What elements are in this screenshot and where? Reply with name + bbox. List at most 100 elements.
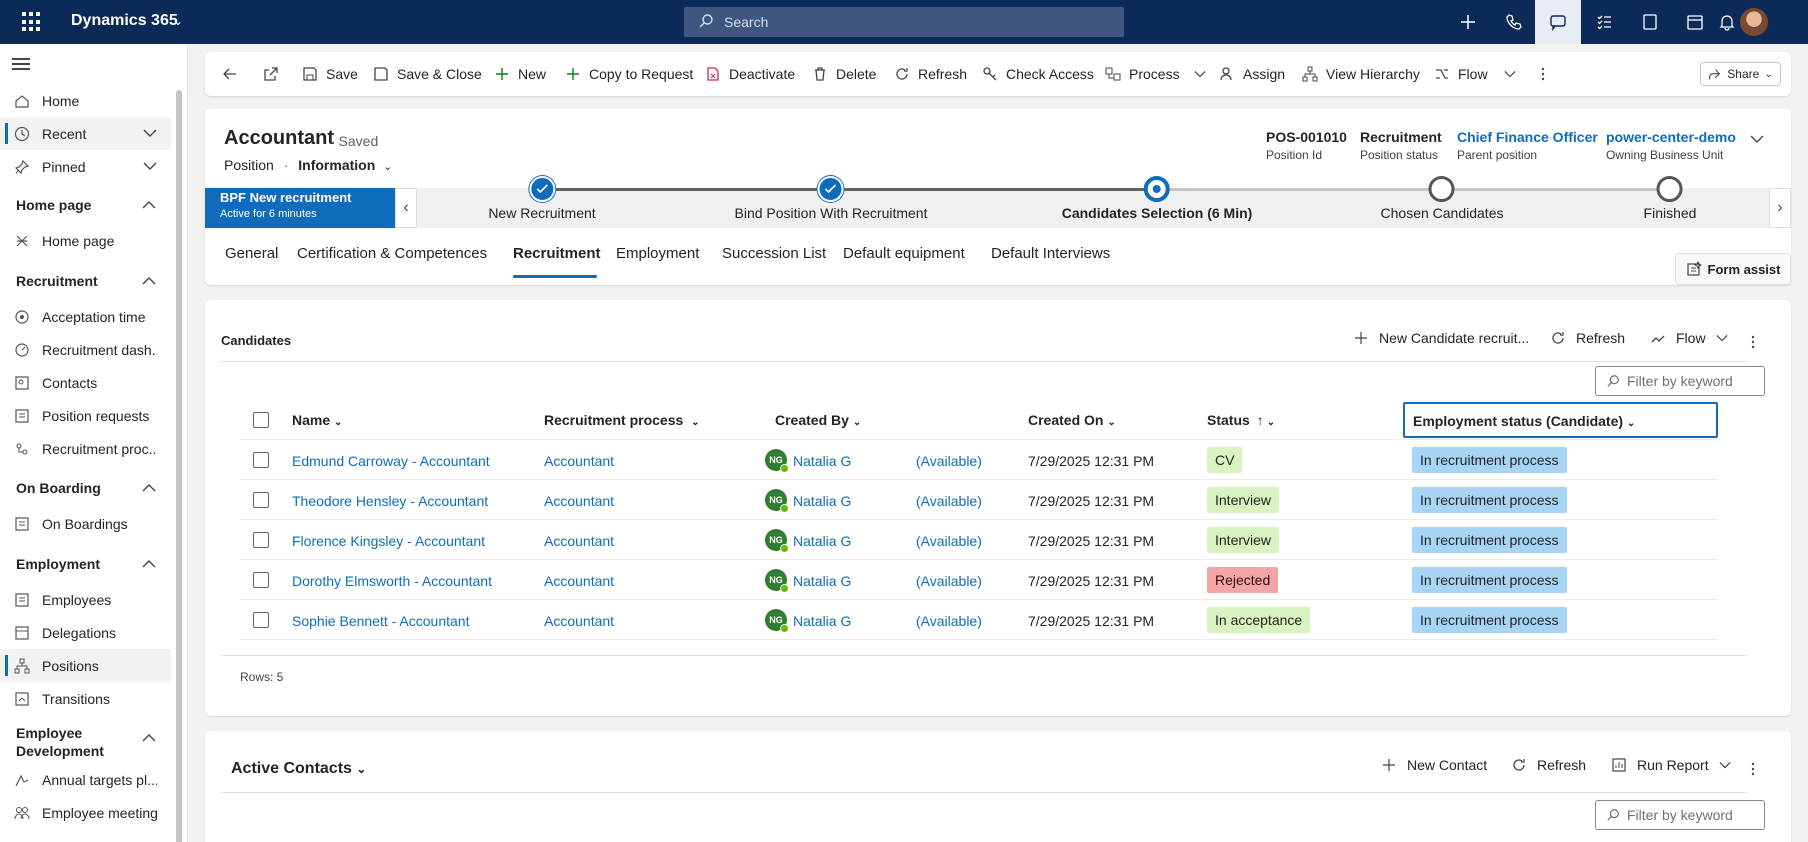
- chevron-down-icon[interactable]: [1750, 134, 1764, 144]
- chevron-up-icon[interactable]: [142, 559, 156, 569]
- candidate-name-link[interactable]: Dorothy Elmsworth - Accountant: [292, 573, 492, 589]
- created-by-link[interactable]: Natalia G: [793, 493, 851, 509]
- delete-button[interactable]: Delete: [812, 52, 876, 96]
- recruitment-process-link[interactable]: Accountant: [544, 453, 614, 469]
- sidebar-item-employees[interactable]: Employees: [0, 583, 171, 616]
- stage-finished[interactable]: Finished: [1644, 176, 1696, 221]
- sidebar-item-transitions[interactable]: Transitions: [0, 682, 171, 715]
- column-header-name[interactable]: Name ⌄: [292, 412, 342, 428]
- sidebar-item-contacts[interactable]: Contacts: [0, 366, 171, 399]
- candidate-name-link[interactable]: Florence Kingsley - Accountant: [292, 533, 485, 549]
- new-contact-button[interactable]: New Contact: [1381, 757, 1487, 773]
- more-vertical-icon[interactable]: [1745, 334, 1761, 350]
- open-new-window-button[interactable]: [263, 52, 287, 96]
- sidebar-item-position-requests[interactable]: Position requests: [0, 399, 171, 432]
- recruitment-process-link[interactable]: Accountant: [544, 573, 614, 589]
- stage-bind-position[interactable]: Bind Position With Recruitment: [735, 176, 927, 221]
- sidebar-item-pinned[interactable]: Pinned: [0, 150, 171, 183]
- created-by-link[interactable]: Natalia G: [793, 613, 851, 629]
- tasks-icon[interactable]: [1581, 0, 1627, 44]
- more-vertical-icon[interactable]: [1745, 761, 1761, 777]
- refresh-button[interactable]: Refresh: [894, 52, 967, 96]
- phone-icon[interactable]: [1491, 0, 1537, 44]
- candidate-name-link[interactable]: Sophie Bennett - Accountant: [292, 613, 469, 629]
- save-button[interactable]: Save: [302, 52, 358, 96]
- view-hierarchy-button[interactable]: View Hierarchy: [1302, 52, 1420, 96]
- recruitment-process-link[interactable]: Accountant: [544, 493, 614, 509]
- chevron-up-icon[interactable]: [142, 733, 156, 743]
- note-icon[interactable]: [1627, 0, 1673, 44]
- column-header-employment-status[interactable]: Employment status (Candidate) ⌄: [1403, 402, 1718, 438]
- sidebar-item-recruitment-dashboard[interactable]: Recruitment dash...: [0, 333, 171, 366]
- group-recruitment[interactable]: Recruitment: [16, 273, 156, 289]
- calendar-icon[interactable]: [1672, 0, 1718, 44]
- sidebar-item-positions[interactable]: Positions: [0, 649, 171, 682]
- more-commands-button[interactable]: [1535, 52, 1559, 96]
- tab-recruitment[interactable]: Recruitment: [513, 245, 601, 262]
- chevron-up-icon[interactable]: [142, 200, 156, 210]
- save-close-button[interactable]: Save & Close: [373, 52, 482, 96]
- group-employment[interactable]: Employment: [16, 556, 156, 572]
- app-name[interactable]: Dynamics 365: [71, 12, 178, 30]
- flow-button[interactable]: Flow: [1434, 52, 1524, 96]
- stage-candidates-selection[interactable]: Candidates Selection (6 Min): [1062, 176, 1252, 221]
- sidebar-item-recruitment-process[interactable]: Recruitment proc...: [0, 432, 171, 465]
- back-button[interactable]: [222, 52, 246, 96]
- sidebar-item-on-boardings[interactable]: On Boardings: [0, 507, 171, 540]
- form-selector[interactable]: Information: [298, 157, 375, 173]
- group-on-boarding[interactable]: On Boarding: [16, 480, 156, 496]
- sidebar-item-acceptation-time[interactable]: Acceptation time: [0, 300, 171, 333]
- bpf-next-button[interactable]: ›: [1769, 188, 1791, 228]
- app-launcher-icon[interactable]: [22, 12, 42, 32]
- deactivate-button[interactable]: Deactivate: [705, 52, 795, 96]
- bpf-prev-button[interactable]: ‹: [395, 188, 417, 228]
- check-access-button[interactable]: Check Access: [982, 52, 1094, 96]
- chevron-up-icon[interactable]: [142, 276, 156, 286]
- sidebar-item-home-page[interactable]: Home page: [0, 224, 171, 257]
- group-employee-development[interactable]: Employee Development: [16, 724, 166, 760]
- select-all-checkbox[interactable]: [253, 412, 269, 428]
- contacts-refresh-button[interactable]: Refresh: [1511, 757, 1586, 773]
- chevron-down-icon[interactable]: [143, 161, 157, 171]
- recruitment-process-link[interactable]: Accountant: [544, 613, 614, 629]
- stage-new-recruitment[interactable]: New Recruitment: [488, 176, 596, 221]
- sidebar-scrollbar[interactable]: [176, 90, 182, 842]
- hamburger-menu-icon[interactable]: [12, 58, 30, 72]
- sidebar-item-home[interactable]: Home: [0, 84, 171, 117]
- row-checkbox[interactable]: [253, 532, 269, 548]
- chevron-down-icon[interactable]: ⌄: [173, 14, 183, 28]
- recruitment-process-link[interactable]: Accountant: [544, 533, 614, 549]
- new-button[interactable]: New: [494, 52, 546, 96]
- bpf-label[interactable]: BPF New recruitment Active for 6 minutes: [205, 188, 395, 228]
- search-input[interactable]: Search: [684, 7, 1124, 37]
- group-home-page[interactable]: Home page: [16, 197, 156, 213]
- chevron-down-icon[interactable]: [143, 128, 157, 138]
- header-field-value[interactable]: power-center-demo: [1606, 129, 1736, 145]
- run-report-button[interactable]: Run Report: [1611, 757, 1741, 773]
- created-by-link[interactable]: Natalia G: [793, 453, 851, 469]
- candidate-name-link[interactable]: Edmund Carroway - Accountant: [292, 453, 490, 469]
- row-checkbox[interactable]: [253, 492, 269, 508]
- copy-to-request-button[interactable]: Copy to Request: [565, 52, 693, 96]
- candidates-filter-input[interactable]: Filter by keyword: [1595, 366, 1765, 396]
- sidebar-item-delegations[interactable]: Delegations: [0, 616, 171, 649]
- column-header-created-by[interactable]: Created By ⌄: [775, 412, 861, 428]
- tab-default-interviews[interactable]: Default Interviews: [991, 245, 1110, 262]
- row-checkbox[interactable]: [253, 612, 269, 628]
- tab-employment[interactable]: Employment: [616, 245, 699, 262]
- sidebar-item-annual-targets[interactable]: Annual targets pl...: [0, 763, 171, 796]
- bell-icon[interactable]: [1717, 0, 1737, 44]
- row-checkbox[interactable]: [253, 452, 269, 468]
- process-button[interactable]: Process: [1105, 52, 1214, 96]
- form-assist-button[interactable]: Form assist: [1675, 253, 1791, 285]
- tab-general[interactable]: General: [225, 245, 278, 262]
- row-checkbox[interactable]: [253, 572, 269, 588]
- created-by-link[interactable]: Natalia G: [793, 573, 851, 589]
- tab-default-equipment[interactable]: Default equipment: [843, 245, 965, 262]
- tab-certification[interactable]: Certification & Competences: [297, 245, 487, 262]
- tab-succession-list[interactable]: Succession List: [722, 245, 826, 262]
- user-avatar[interactable]: [1740, 8, 1768, 36]
- column-header-status[interactable]: Status ↑ ⌄: [1207, 412, 1275, 428]
- column-header-process[interactable]: Recruitment process ⌄: [544, 412, 700, 428]
- candidates-flow-button[interactable]: Flow: [1650, 330, 1738, 346]
